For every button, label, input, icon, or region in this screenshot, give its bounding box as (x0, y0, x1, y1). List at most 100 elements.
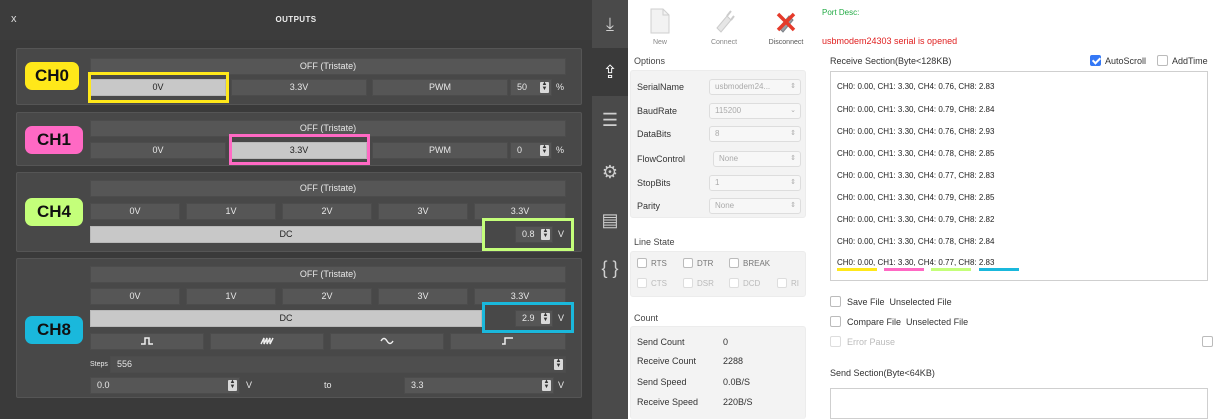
stopbits-label: StopBits (637, 178, 671, 188)
ch0-pwm-stepper[interactable]: 50 ▲ ▼ (510, 79, 552, 96)
stopbits-select[interactable]: 1 ⇕ (709, 175, 801, 191)
save-file-label: Save File (847, 296, 885, 307)
send-textarea[interactable] (830, 388, 1208, 419)
compare-file-row[interactable]: Compare File Unselected File (830, 316, 968, 327)
braces-icon: { } (601, 257, 619, 278)
ch0-pwm-unit: % (556, 82, 565, 92)
receive-textarea[interactable]: CH0: 0.00, CH1: 3.30, CH4: 0.76, CH8: 2.… (830, 71, 1208, 281)
sidebar-item-braces[interactable]: { } (592, 244, 628, 292)
disconnect-label: Disconnect (768, 39, 804, 46)
ch4-3v3-button[interactable]: 3.3V (474, 203, 566, 220)
ch4-dc-value: 0.8 (522, 229, 535, 239)
upload-tray-icon: ⇪ (602, 61, 618, 82)
ch8-2v-button[interactable]: 2V (282, 288, 372, 305)
line-state-group: RTS DTR BREAK CTS DSR DCD RI (630, 251, 806, 297)
chevron-updown-icon: ⇕ (790, 83, 796, 90)
ch4-tristate-button[interactable]: OFF (Tristate) (90, 180, 566, 197)
ch4-dc-button[interactable]: DC (90, 226, 482, 243)
baudrate-select[interactable]: 115200 ⌄ (709, 103, 801, 119)
chevron-down-icon: ⌄ (790, 107, 796, 114)
ch0-3v3-button[interactable]: 3.3V (231, 79, 367, 96)
stopbits-value: 1 (715, 178, 720, 187)
ch4-0v-button[interactable]: 0V (90, 203, 180, 220)
ch4-dc-stepper[interactable]: 0.8 ▲ ▼ (515, 226, 553, 243)
stepper-arrows-icon[interactable]: ▲ ▼ (541, 228, 550, 240)
sidebar-item-clipboard[interactable]: ▤ (592, 196, 628, 244)
ch1-tristate-button[interactable]: OFF (Tristate) (90, 120, 566, 137)
addtime-checkbox[interactable]: AddTime (1157, 55, 1208, 66)
flowcontrol-label: FlowControl (637, 154, 686, 164)
ch1-3v3-button[interactable]: 3.3V (231, 142, 367, 159)
ch8-1v-button[interactable]: 1V (186, 288, 276, 305)
ch8-dc-unit: V (558, 313, 565, 323)
ch0-0v-button[interactable]: 0V (90, 79, 226, 96)
checkbox-box (830, 316, 841, 327)
databits-select[interactable]: 8 ⇕ (709, 126, 801, 142)
chevron-updown-icon: ⇕ (790, 130, 796, 137)
autoscroll-checkbox[interactable]: AutoScroll (1090, 55, 1146, 66)
sidebar-item-settings[interactable]: ⚙ (592, 148, 628, 196)
connect-button[interactable]: Connect (694, 4, 754, 48)
parity-select[interactable]: None ⇕ (709, 198, 801, 214)
ch8-sawtooth-wave-button[interactable] (210, 333, 324, 350)
serialname-select[interactable]: usbmodem24... ⇕ (709, 79, 801, 95)
receive-line: CH0: 0.00, CH1: 3.30, CH4: 0.79, CH8: 2.… (837, 193, 995, 202)
send-speed-value: 0.0B/S (723, 377, 751, 387)
connect-label: Connect (710, 39, 738, 46)
cts-checkbox: CTS (637, 278, 667, 288)
stepper-arrows-icon[interactable]: ▲ ▼ (554, 358, 563, 370)
new-button[interactable]: New (630, 4, 690, 48)
stepper-arrows-icon[interactable]: ▲ ▼ (541, 312, 550, 324)
ch8-0v-button[interactable]: 0V (90, 288, 180, 305)
ch4-1v-button[interactable]: 1V (186, 203, 276, 220)
stepper-arrows-icon[interactable]: ▲ ▼ (228, 379, 237, 391)
outputs-panel: x OUTPUTS OFF (Tristate) 0V 3.3V PWM 50 ▲… (0, 0, 592, 419)
break-checkbox[interactable]: BREAK (729, 258, 770, 268)
ch8-3v-button[interactable]: 3V (378, 288, 468, 305)
ch8-steps-stepper[interactable]: 556 ▲ ▼ (110, 356, 566, 373)
cts-label: CTS (651, 278, 667, 288)
ch8-from-value: 0.0 (97, 380, 110, 390)
ch4-3v-button[interactable]: 3V (378, 203, 468, 220)
dsr-label: DSR (697, 278, 714, 288)
receive-line: CH0: 0.00, CH1: 3.30, CH4: 0.77, CH8: 2.… (837, 171, 995, 180)
save-file-row[interactable]: Save File Unselected File (830, 296, 952, 307)
send-count-value: 0 (723, 337, 729, 347)
ch8-sine-wave-button[interactable] (330, 333, 444, 350)
sidebar-item-download[interactable]: ⤓ (592, 0, 628, 48)
stepper-arrows-icon[interactable]: ▲ ▼ (540, 144, 549, 156)
sidebar-item-list[interactable]: ☰ (592, 96, 628, 144)
ch8-tristate-button[interactable]: OFF (Tristate) (90, 266, 566, 283)
save-file-state: Unselected File (889, 296, 952, 307)
disconnect-button[interactable]: Disconnect (756, 4, 816, 48)
ch0-pwm-button[interactable]: PWM (372, 79, 508, 96)
ch8-to-stepper[interactable]: 3.3 ▲ ▼ (404, 377, 554, 394)
ch8-3v3-button[interactable]: 3.3V (474, 288, 566, 305)
receive-line: CH0: 0.00, CH1: 3.30, CH4: 0.78, CH8: 2.… (837, 237, 995, 246)
ch1-pwm-button[interactable]: PWM (372, 142, 508, 159)
ch1-pwm-unit: % (556, 145, 565, 155)
ch1-pwm-stepper[interactable]: 0 ▲ ▼ (510, 142, 552, 159)
outputs-titlebar: x OUTPUTS (0, 0, 592, 40)
ch8-from-stepper[interactable]: 0.0 ▲ ▼ (90, 377, 240, 394)
sidebar-item-outputs[interactable]: ⇪ (592, 48, 628, 96)
rts-label: RTS (651, 258, 667, 268)
ch8-square-wave-button[interactable] (90, 333, 204, 350)
serialname-label: SerialName (637, 82, 685, 92)
ch1-0v-button[interactable]: 0V (90, 142, 226, 159)
ch8-dc-stepper[interactable]: 2.9 ▲ ▼ (515, 310, 553, 327)
dtr-checkbox[interactable]: DTR (683, 258, 713, 268)
ch8-pulse-wave-button[interactable] (450, 333, 566, 350)
ch8-dc-button[interactable]: DC (90, 310, 482, 327)
flowcontrol-select[interactable]: None ⇕ (713, 151, 801, 167)
stepper-arrows-icon[interactable]: ▲ ▼ (542, 379, 551, 391)
ch0-tristate-button[interactable]: OFF (Tristate) (90, 58, 566, 75)
rts-checkbox[interactable]: RTS (637, 258, 667, 268)
checkbox-checked-icon (1090, 55, 1101, 66)
compare-file-label: Compare File (847, 316, 902, 327)
checkbox-box (777, 278, 787, 288)
receive-line: CH0: 0.00, CH1: 3.30, CH4: 0.78, CH8: 2.… (837, 149, 995, 158)
extra-checkbox[interactable] (1202, 336, 1214, 347)
stepper-arrows-icon[interactable]: ▲ ▼ (540, 81, 549, 93)
ch4-2v-button[interactable]: 2V (282, 203, 372, 220)
